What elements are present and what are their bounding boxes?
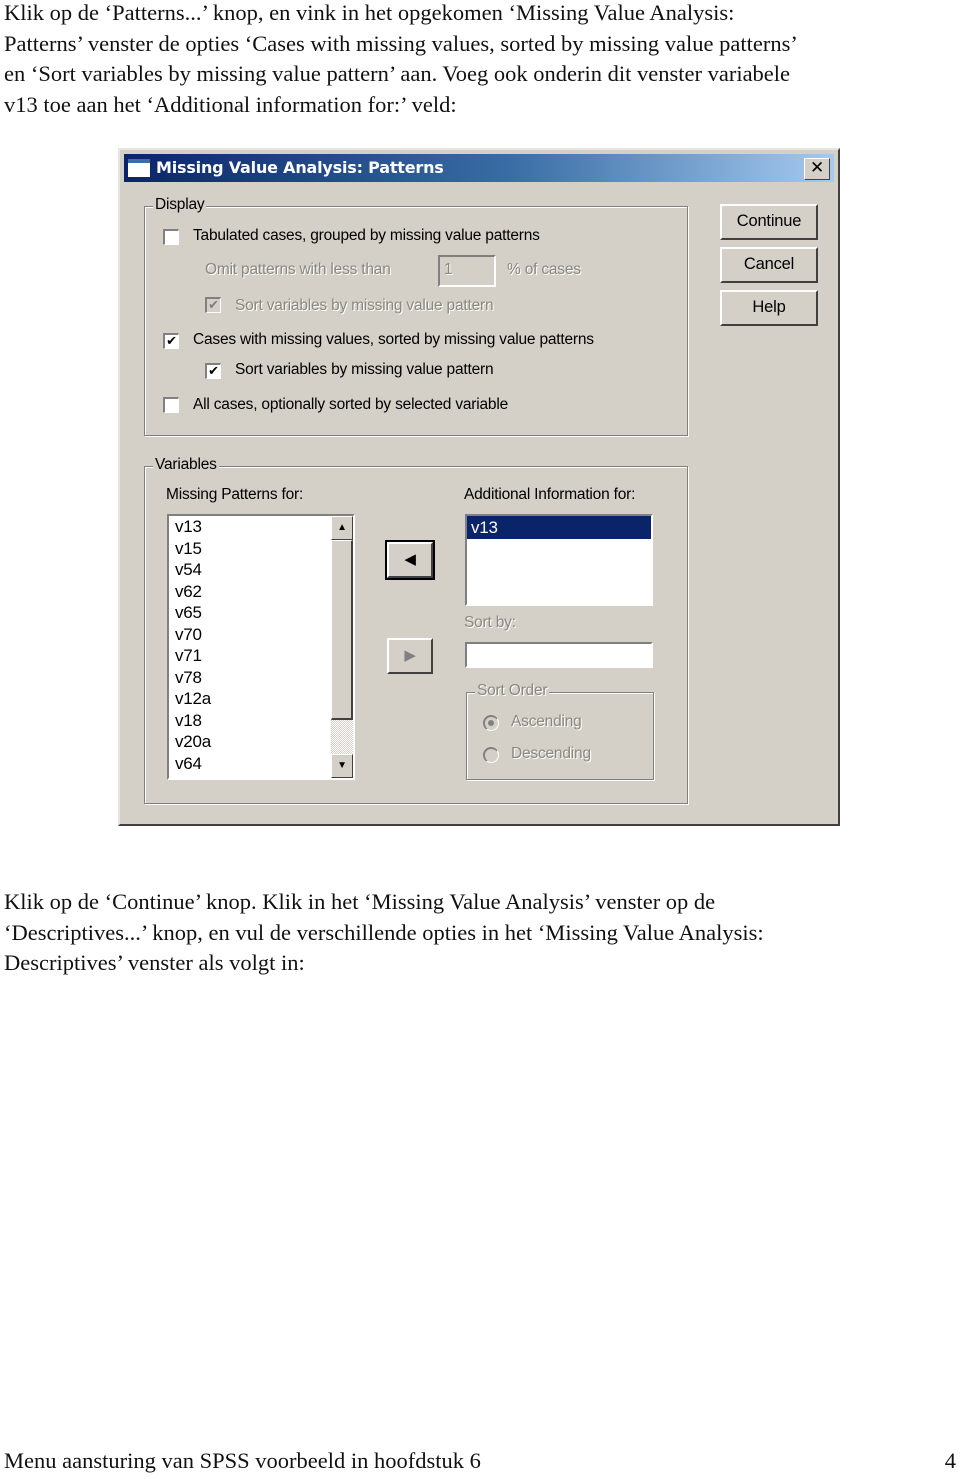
close-button[interactable]: ✕ — [804, 158, 830, 180]
scroll-down-button[interactable]: ▼ — [331, 754, 353, 778]
text-line: en ‘Sort variables by missing value patt… — [4, 61, 791, 86]
vertical-scrollbar[interactable]: ▲ ▼ — [331, 516, 353, 778]
page-number: 4 — [944, 1448, 956, 1473]
variables-group-label: Variables — [153, 456, 219, 474]
sort-order-label: Sort Order — [475, 682, 550, 700]
title-bar[interactable]: Missing Value Analysis: Patterns ✕ — [124, 154, 834, 182]
display-group-label: Display — [153, 196, 207, 214]
text-line: Descriptives’ venster als volgt in: — [4, 950, 305, 975]
list-item[interactable]: v78 — [175, 667, 202, 689]
sort-variables-cases-label[interactable]: Sort variables by missing value pattern — [235, 361, 494, 379]
window-icon — [128, 159, 150, 177]
move-to-sort-by-button[interactable]: ▶ — [387, 638, 433, 674]
checkmark-icon: ✔ — [208, 364, 219, 379]
tabulated-cases-label[interactable]: Tabulated cases, grouped by missing valu… — [193, 227, 540, 245]
move-to-missing-patterns-button[interactable]: ◀ — [385, 540, 435, 580]
scroll-track[interactable] — [331, 720, 353, 754]
sort-variables-tabulated-label: Sort variables by missing value pattern — [235, 297, 494, 314]
list-item[interactable]: v65 — [175, 602, 202, 624]
display-group: Display Tabulated cases, grouped by miss… — [144, 196, 688, 436]
missing-patterns-label: Missing Patterns for: — [166, 486, 304, 503]
text-line: Patterns’ venster de opties ‘Cases with … — [4, 30, 798, 56]
list-item[interactable]: v64 — [175, 753, 202, 775]
list-item[interactable]: v71 — [175, 645, 202, 667]
intro-paragraph: Klik op de ‘Patterns...’ knop, en vink i… — [4, 0, 798, 120]
checkmark-icon: ✔ — [208, 298, 219, 313]
all-cases-checkbox[interactable] — [163, 397, 179, 413]
list-item[interactable]: v18 — [175, 710, 202, 732]
sort-by-field[interactable] — [465, 642, 653, 668]
descending-radio[interactable] — [483, 747, 499, 763]
list-item[interactable]: v20a — [175, 731, 211, 753]
cancel-button[interactable]: Cancel — [720, 247, 818, 283]
list-item[interactable]: v15 — [175, 538, 202, 560]
additional-info-label: Additional Information for: — [464, 486, 636, 503]
missing-patterns-list[interactable]: v13 v15 v54 v62 v65 v70 v71 v78 v12a v18… — [167, 514, 355, 780]
footer-title: Menu aansturing van SPSS voorbeeld in ho… — [4, 1448, 481, 1473]
omit-percent-value: 1 — [444, 261, 453, 278]
sort-variables-cases-checkbox[interactable]: ✔ — [205, 363, 221, 379]
text-line: Klik op de ‘Continue’ knop. Klik in het … — [4, 889, 716, 914]
dialog-title: Missing Value Analysis: Patterns — [156, 158, 444, 177]
help-button[interactable]: Help — [720, 290, 818, 326]
omit-percent-input[interactable]: 1 — [438, 255, 496, 287]
follow-up-paragraph: Klik op de ‘Continue’ knop. Klik in het … — [4, 887, 764, 979]
text-line: Klik op de ‘Patterns...’ knop, en vink i… — [4, 0, 735, 25]
arrow-left-icon: ◀ — [404, 551, 416, 568]
checkmark-icon: ✔ — [166, 334, 177, 349]
ascending-radio[interactable] — [483, 715, 499, 731]
omit-patterns-label: Omit patterns with less than — [205, 261, 391, 278]
sort-by-label: Sort by: — [464, 614, 516, 631]
text-line: ‘Descriptives...’ knop, en vul de versch… — [4, 919, 764, 945]
additional-info-list[interactable]: v13 — [465, 514, 653, 606]
list-item-selected[interactable]: v13 — [467, 516, 651, 539]
continue-button[interactable]: Continue — [720, 204, 818, 240]
cases-missing-values-label[interactable]: Cases with missing values, sorted by mis… — [193, 331, 594, 349]
percent-of-cases-label: % of cases — [507, 261, 581, 278]
cases-missing-values-checkbox[interactable]: ✔ — [163, 333, 179, 349]
sort-variables-tabulated-checkbox[interactable]: ✔ — [205, 297, 221, 313]
list-item[interactable]: v13 — [175, 516, 202, 538]
arrow-up-icon: ▲ — [337, 522, 347, 533]
all-cases-label[interactable]: All cases, optionally sorted by selected… — [193, 396, 508, 414]
list-item[interactable]: v54 — [175, 559, 202, 581]
scroll-thumb[interactable] — [331, 540, 353, 720]
tabulated-cases-checkbox[interactable] — [163, 229, 179, 245]
text-line: v13 toe aan het ‘Additional information … — [4, 91, 457, 117]
list-item[interactable]: v62 — [175, 581, 202, 603]
sort-order-group: Sort Order Ascending Descending — [466, 682, 654, 780]
arrow-right-icon: ▶ — [404, 647, 416, 664]
close-icon: ✕ — [809, 158, 825, 178]
arrow-down-icon: ▼ — [337, 760, 347, 771]
scroll-up-button[interactable]: ▲ — [331, 516, 353, 540]
missing-value-patterns-dialog: Missing Value Analysis: Patterns ✕ Displ… — [118, 148, 840, 826]
ascending-label: Ascending — [511, 713, 582, 730]
list-item[interactable]: v12a — [175, 688, 211, 710]
list-item[interactable]: v70 — [175, 624, 202, 646]
descending-label: Descending — [511, 745, 591, 762]
